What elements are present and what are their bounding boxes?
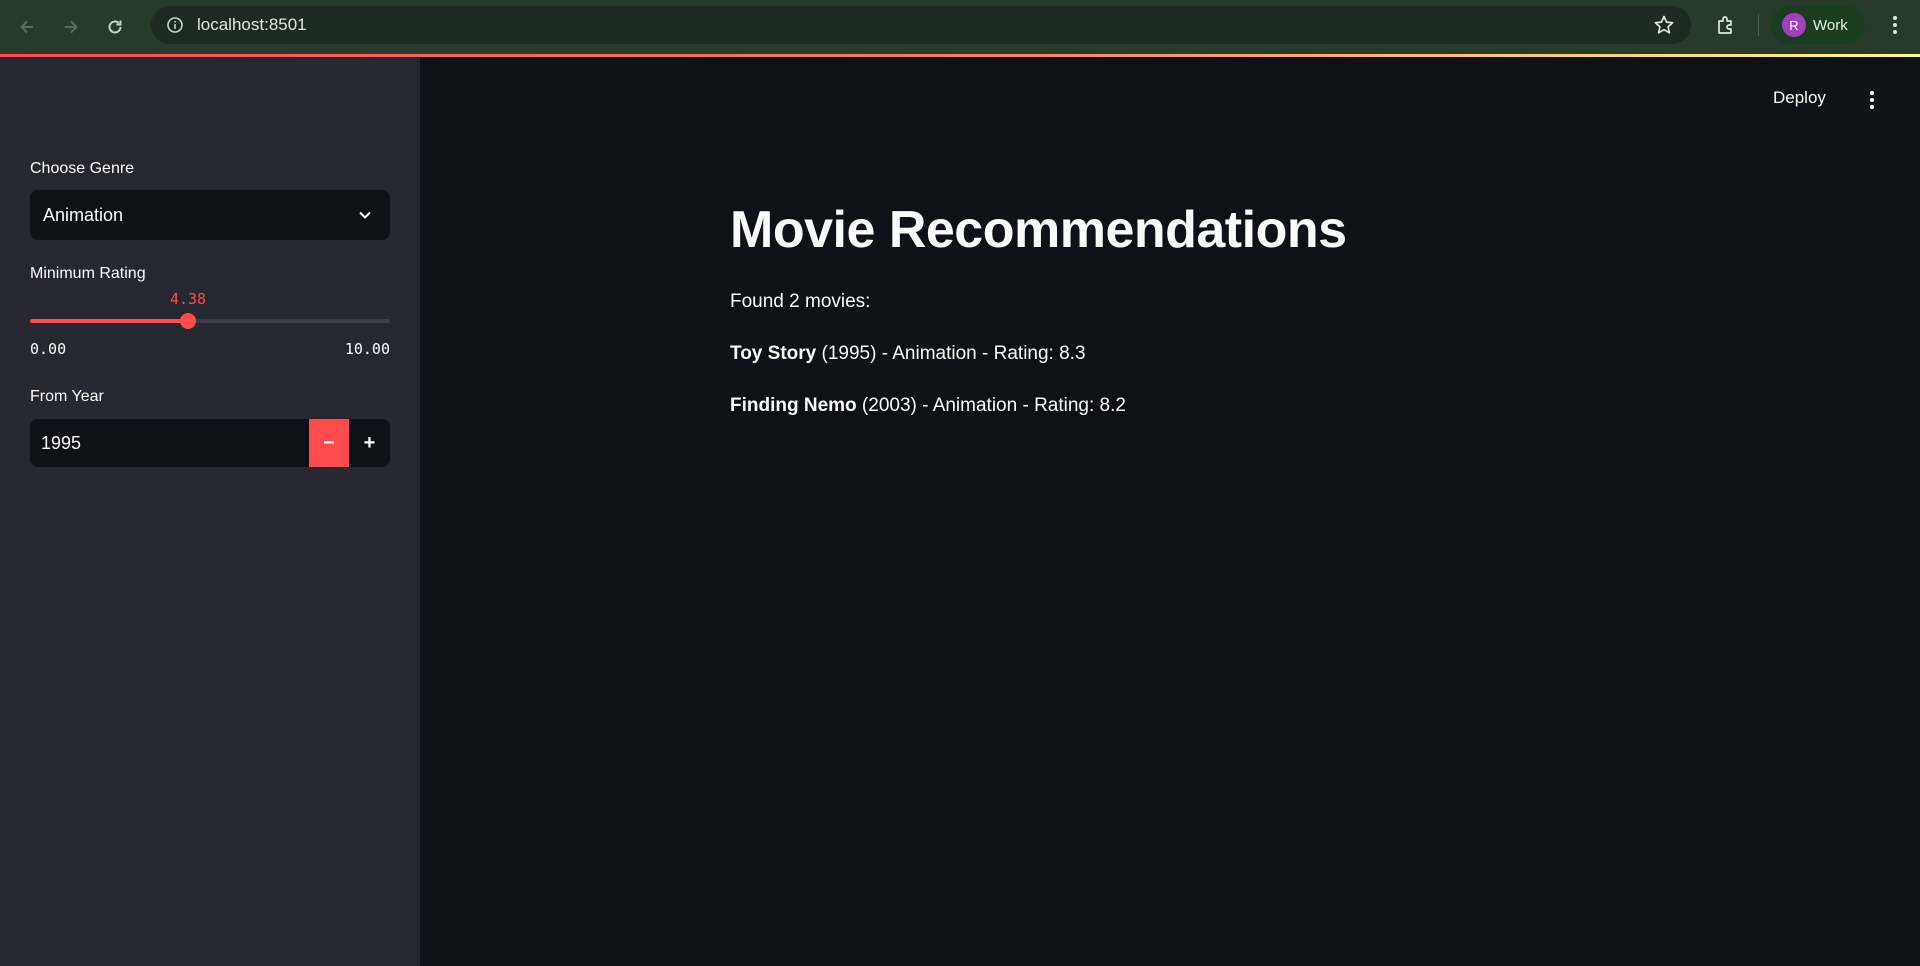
avatar: R <box>1782 13 1806 37</box>
main-content <box>420 57 1920 966</box>
browser-toolbar: localhost:8501 R Work <box>0 0 1920 54</box>
profile-button[interactable]: R Work <box>1771 6 1865 44</box>
year-input[interactable] <box>30 419 309 467</box>
deploy-button[interactable]: Deploy <box>1773 88 1826 108</box>
back-icon <box>20 20 33 34</box>
bookmark-button[interactable] <box>1653 14 1675 41</box>
rating-slider-fill <box>30 319 188 323</box>
rating-slider-max: 10.00 <box>344 340 390 358</box>
url-text: localhost:8501 <box>197 15 307 34</box>
genre-select[interactable]: Animation <box>30 190 390 240</box>
genre-select-value: Animation <box>43 204 124 225</box>
year-label: From Year <box>30 388 104 405</box>
movie-title: Finding Nemo <box>730 395 857 416</box>
browser-menu-button[interactable] <box>1880 6 1910 44</box>
movie-title: Toy Story <box>730 343 817 364</box>
site-info-button[interactable] <box>155 6 195 44</box>
movie-details: (1995) - Animation - Rating: 8.3 <box>816 343 1086 364</box>
app-menu-icon <box>1870 91 1874 109</box>
address-bar[interactable]: localhost:8501 <box>151 6 1691 44</box>
movie-item: Toy Story (1995) - Animation - Rating: 8… <box>730 343 1086 365</box>
rating-slider-track[interactable] <box>30 313 390 329</box>
rating-label: Minimum Rating <box>30 265 146 282</box>
rating-slider-min: 0.00 <box>30 340 67 358</box>
back-button[interactable] <box>5 5 49 49</box>
chrome-menu-icon <box>1893 16 1897 34</box>
genre-label: Choose Genre <box>30 160 135 177</box>
extensions-icon <box>1718 16 1732 34</box>
app-menu-button[interactable] <box>1862 88 1882 112</box>
forward-button[interactable] <box>49 5 93 49</box>
page-title: Movie Recommendations <box>730 201 1347 259</box>
star-icon <box>1654 15 1674 34</box>
profile-label: Work <box>1813 16 1848 34</box>
movie-details: (2003) - Animation - Rating: 8.2 <box>856 395 1126 416</box>
rating-slider-thumb[interactable] <box>179 313 196 329</box>
chevron-down-icon <box>359 211 371 219</box>
extensions-button[interactable] <box>1707 6 1745 44</box>
rating-slider-value: 4.38 <box>169 290 207 308</box>
year-increment-button[interactable]: + <box>349 419 390 467</box>
reload-icon <box>108 20 122 34</box>
reload-button[interactable] <box>93 5 137 49</box>
results-count: Found 2 movies: <box>730 291 871 312</box>
forward-icon <box>65 20 78 34</box>
movie-item: Finding Nemo (2003) - Animation - Rating… <box>730 395 1126 417</box>
toolbar-divider <box>1758 14 1759 36</box>
sidebar: Choose Genre Animation Minimum Rating 4.… <box>0 57 420 966</box>
info-icon <box>167 17 183 33</box>
year-number-field: − + <box>30 419 390 467</box>
year-decrement-button[interactable]: − <box>309 419 349 467</box>
